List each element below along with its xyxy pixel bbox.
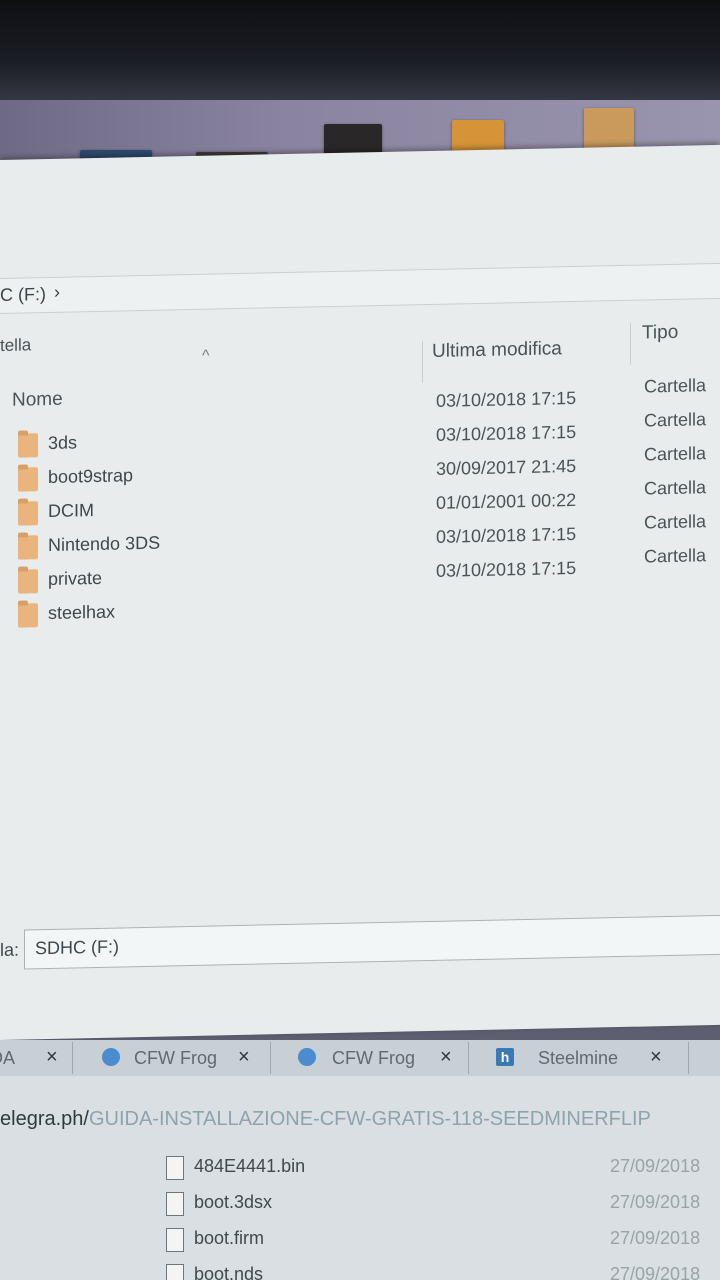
list-item-name: 484E4441.bin [194, 1156, 306, 1176]
list-item-date: 27/09/2018 [610, 1156, 701, 1176]
tab-label: DA [0, 1048, 16, 1068]
chevron-right-icon[interactable]: › [54, 282, 60, 303]
file-modified: 03/10/2018 17:15 [436, 387, 577, 411]
file-name: steelhax [48, 601, 116, 623]
list-item[interactable]: boot.3dsx 27/09/2018 [160, 1190, 720, 1220]
file-icon [166, 1228, 184, 1252]
column-header-modified[interactable]: Ultima modifica [432, 338, 562, 363]
url-text: elegra.ph/GUIDA-INSTALLAZIONE-CFW-GRATIS… [0, 1108, 651, 1131]
photo-scene: C (F:) › tella ^ Nome Ultima modifica Ti… [0, 0, 720, 1280]
file-explorer-window: C (F:) › tella ^ Nome Ultima modifica Ti… [0, 144, 720, 1040]
browser-tab[interactable]: h Steelmine × [470, 1042, 689, 1074]
file-modified: 03/10/2018 17:15 [436, 421, 577, 445]
file-modified: 03/10/2018 17:15 [436, 523, 577, 547]
path-field-value: SDHC (F:) [35, 936, 119, 959]
file-modified: 30/09/2017 21:45 [436, 455, 577, 479]
file-name: private [48, 567, 103, 589]
file-name: Nintendo 3DS [48, 532, 161, 555]
file-type: Cartella [644, 375, 707, 397]
address-bar[interactable]: C (F:) › [0, 262, 720, 314]
folder-icon [18, 467, 38, 492]
file-modified: 01/01/2001 00:22 [436, 489, 577, 513]
file-type: Cartella [644, 511, 707, 533]
file-type: Cartella [644, 409, 707, 431]
path-field[interactable]: SDHC (F:) [24, 914, 720, 970]
file-modified: 03/10/2018 17:15 [436, 557, 577, 581]
browser-window: DA × CFW Frog × CFW Frog × h Steelmine ×… [0, 1040, 720, 1280]
folder-icon [18, 535, 38, 560]
tab-label: CFW Frog [332, 1048, 415, 1068]
list-item-name: boot.3dsx [194, 1192, 273, 1212]
folder-icon [18, 603, 38, 628]
browser-tab[interactable]: CFW Frog × [272, 1042, 469, 1074]
column-divider[interactable] [422, 341, 423, 384]
list-item-date: 27/09/2018 [610, 1228, 701, 1248]
file-name: DCIM [48, 500, 94, 521]
file-type: Cartella [644, 443, 707, 465]
navigation-tree-label[interactable]: tella [0, 335, 31, 356]
list-item-name: boot.firm [194, 1228, 265, 1248]
url-host: elegra.ph/ [0, 1108, 89, 1130]
list-item-date: 27/09/2018 [610, 1264, 701, 1280]
url-bar[interactable]: elegra.ph/GUIDA-INSTALLAZIONE-CFW-GRATIS… [0, 1096, 720, 1140]
folder-icon [18, 501, 38, 526]
folder-icon [18, 433, 38, 458]
address-text: C (F:) [0, 284, 46, 305]
list-item[interactable]: boot.nds 27/09/2018 [160, 1262, 720, 1280]
close-icon[interactable]: × [238, 1046, 250, 1069]
browser-tab[interactable]: DA × [0, 1042, 73, 1074]
tab-favicon-icon [298, 1048, 316, 1066]
file-icon [166, 1264, 184, 1280]
tab-favicon-icon: h [496, 1048, 514, 1066]
folder-icon [18, 569, 38, 594]
file-type: Cartella [644, 477, 707, 499]
path-field-label: la: [0, 939, 20, 960]
browser-tab[interactable]: CFW Frog × [74, 1042, 271, 1074]
file-name: boot9strap [48, 465, 134, 487]
close-icon[interactable]: × [440, 1046, 452, 1069]
close-icon[interactable]: × [46, 1046, 58, 1069]
file-type: Cartella [644, 545, 707, 567]
file-icon [166, 1192, 184, 1216]
list-item-date: 27/09/2018 [610, 1192, 701, 1212]
tab-favicon-icon [102, 1048, 120, 1066]
list-item[interactable]: 484E4441.bin 27/09/2018 [160, 1154, 720, 1184]
file-icon [166, 1156, 184, 1180]
column-divider[interactable] [630, 322, 631, 365]
url-path: GUIDA-INSTALLAZIONE-CFW-GRATIS-118-SEEDM… [88, 1108, 651, 1130]
tab-label: CFW Frog [134, 1048, 217, 1068]
column-header-name[interactable]: Nome [12, 389, 63, 412]
column-header-type[interactable]: Tipo [642, 322, 678, 345]
browser-tab-strip: DA × CFW Frog × CFW Frog × h Steelmine × [0, 1040, 720, 1076]
close-icon[interactable]: × [650, 1046, 662, 1069]
list-item-name: boot.nds [194, 1264, 264, 1280]
file-name: 3ds [48, 432, 78, 453]
sort-ascending-icon: ^ [202, 347, 210, 365]
tab-label: Steelmine [538, 1048, 619, 1068]
list-item[interactable]: boot.firm 27/09/2018 [160, 1226, 720, 1256]
